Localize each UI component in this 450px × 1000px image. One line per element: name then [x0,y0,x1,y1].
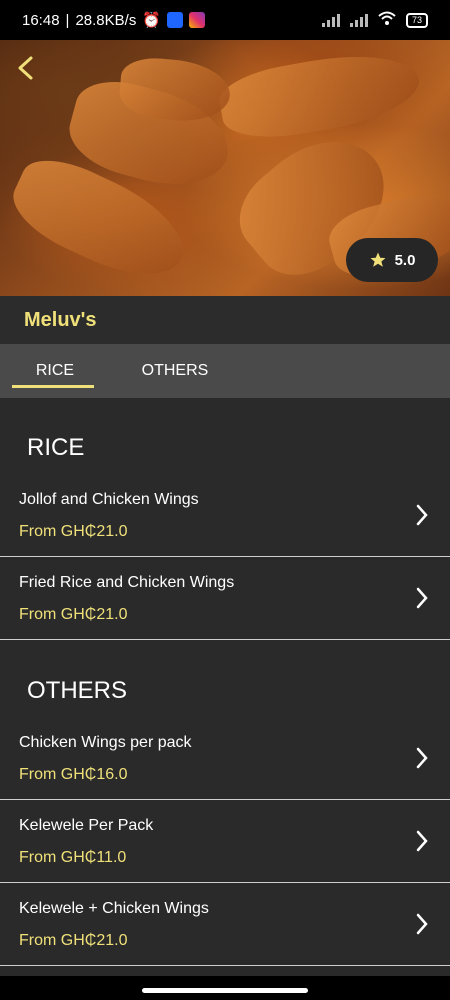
instagram-icon [189,12,206,28]
chevron-right-icon [416,504,428,526]
tab-label: OTHERS [141,362,209,379]
app-c-icon [167,12,184,28]
menu-item[interactable]: Kelewele Per Pack From GH₵11.0 [0,800,450,883]
menu-item-name: Kelewele Per Pack [19,817,154,834]
menu-item-price: From GH₵11.0 [19,849,127,866]
tab-label: RICE [35,362,75,379]
wifi-icon [378,11,396,29]
menu-item-name: Kelewele + Chicken Wings [19,900,209,917]
network-speed: 28.8KB/s [75,11,137,29]
star-icon [370,252,386,267]
signal-icon [322,13,340,27]
tab-rice[interactable]: RICE [0,344,110,398]
menu-item-name: Jollof and Chicken Wings [19,491,199,508]
signal-icon-2 [350,13,368,27]
status-bar: 16:48 | 28.8KB/s ⏰ 73 [0,0,450,40]
restaurant-name: Meluv's [24,308,97,331]
menu-item-price: From GH₵21.0 [19,523,128,540]
alarm-icon: ⏰ [142,12,162,29]
menu-item-price: From GH₵21.0 [19,606,128,623]
chevron-right-icon [416,587,428,609]
chevron-left-icon [18,56,33,80]
chevron-right-icon [416,747,428,769]
menu-item[interactable]: Kelewele + Chicken Wings From GH₵21.0 [0,883,450,966]
menu-item[interactable]: Jollof and Chicken Wings From GH₵21.0 [0,474,450,557]
menu-item[interactable]: Fried Rice and Chicken Wings From GH₵21.… [0,557,450,640]
menu-item-price: From GH₵21.0 [19,932,128,949]
chevron-right-icon [416,830,428,852]
battery-icon: 73 [406,12,428,28]
menu-item-name: Fried Rice and Chicken Wings [19,574,235,591]
rating-badge: 5.0 [346,238,438,282]
tab-others[interactable]: OTHERS [110,344,240,398]
menu-item-name: Chicken Wings per pack [19,734,192,751]
restaurant-header: Meluv's [0,296,450,344]
menu-item[interactable]: Chicken Wings per pack From GH₵16.0 [0,717,450,800]
category-tabs: RICE OTHERS [0,344,450,398]
chevron-right-icon [416,913,428,935]
home-gesture-handle[interactable] [142,988,308,993]
back-button[interactable] [10,52,40,84]
active-tab-indicator [12,385,94,388]
section-title-rice: RICE [27,434,85,461]
status-time: 16:48 [22,11,60,29]
menu-item-price: From GH₵16.0 [19,766,128,783]
section-title-others: OTHERS [27,677,128,704]
rating-value: 5.0 [394,251,416,269]
